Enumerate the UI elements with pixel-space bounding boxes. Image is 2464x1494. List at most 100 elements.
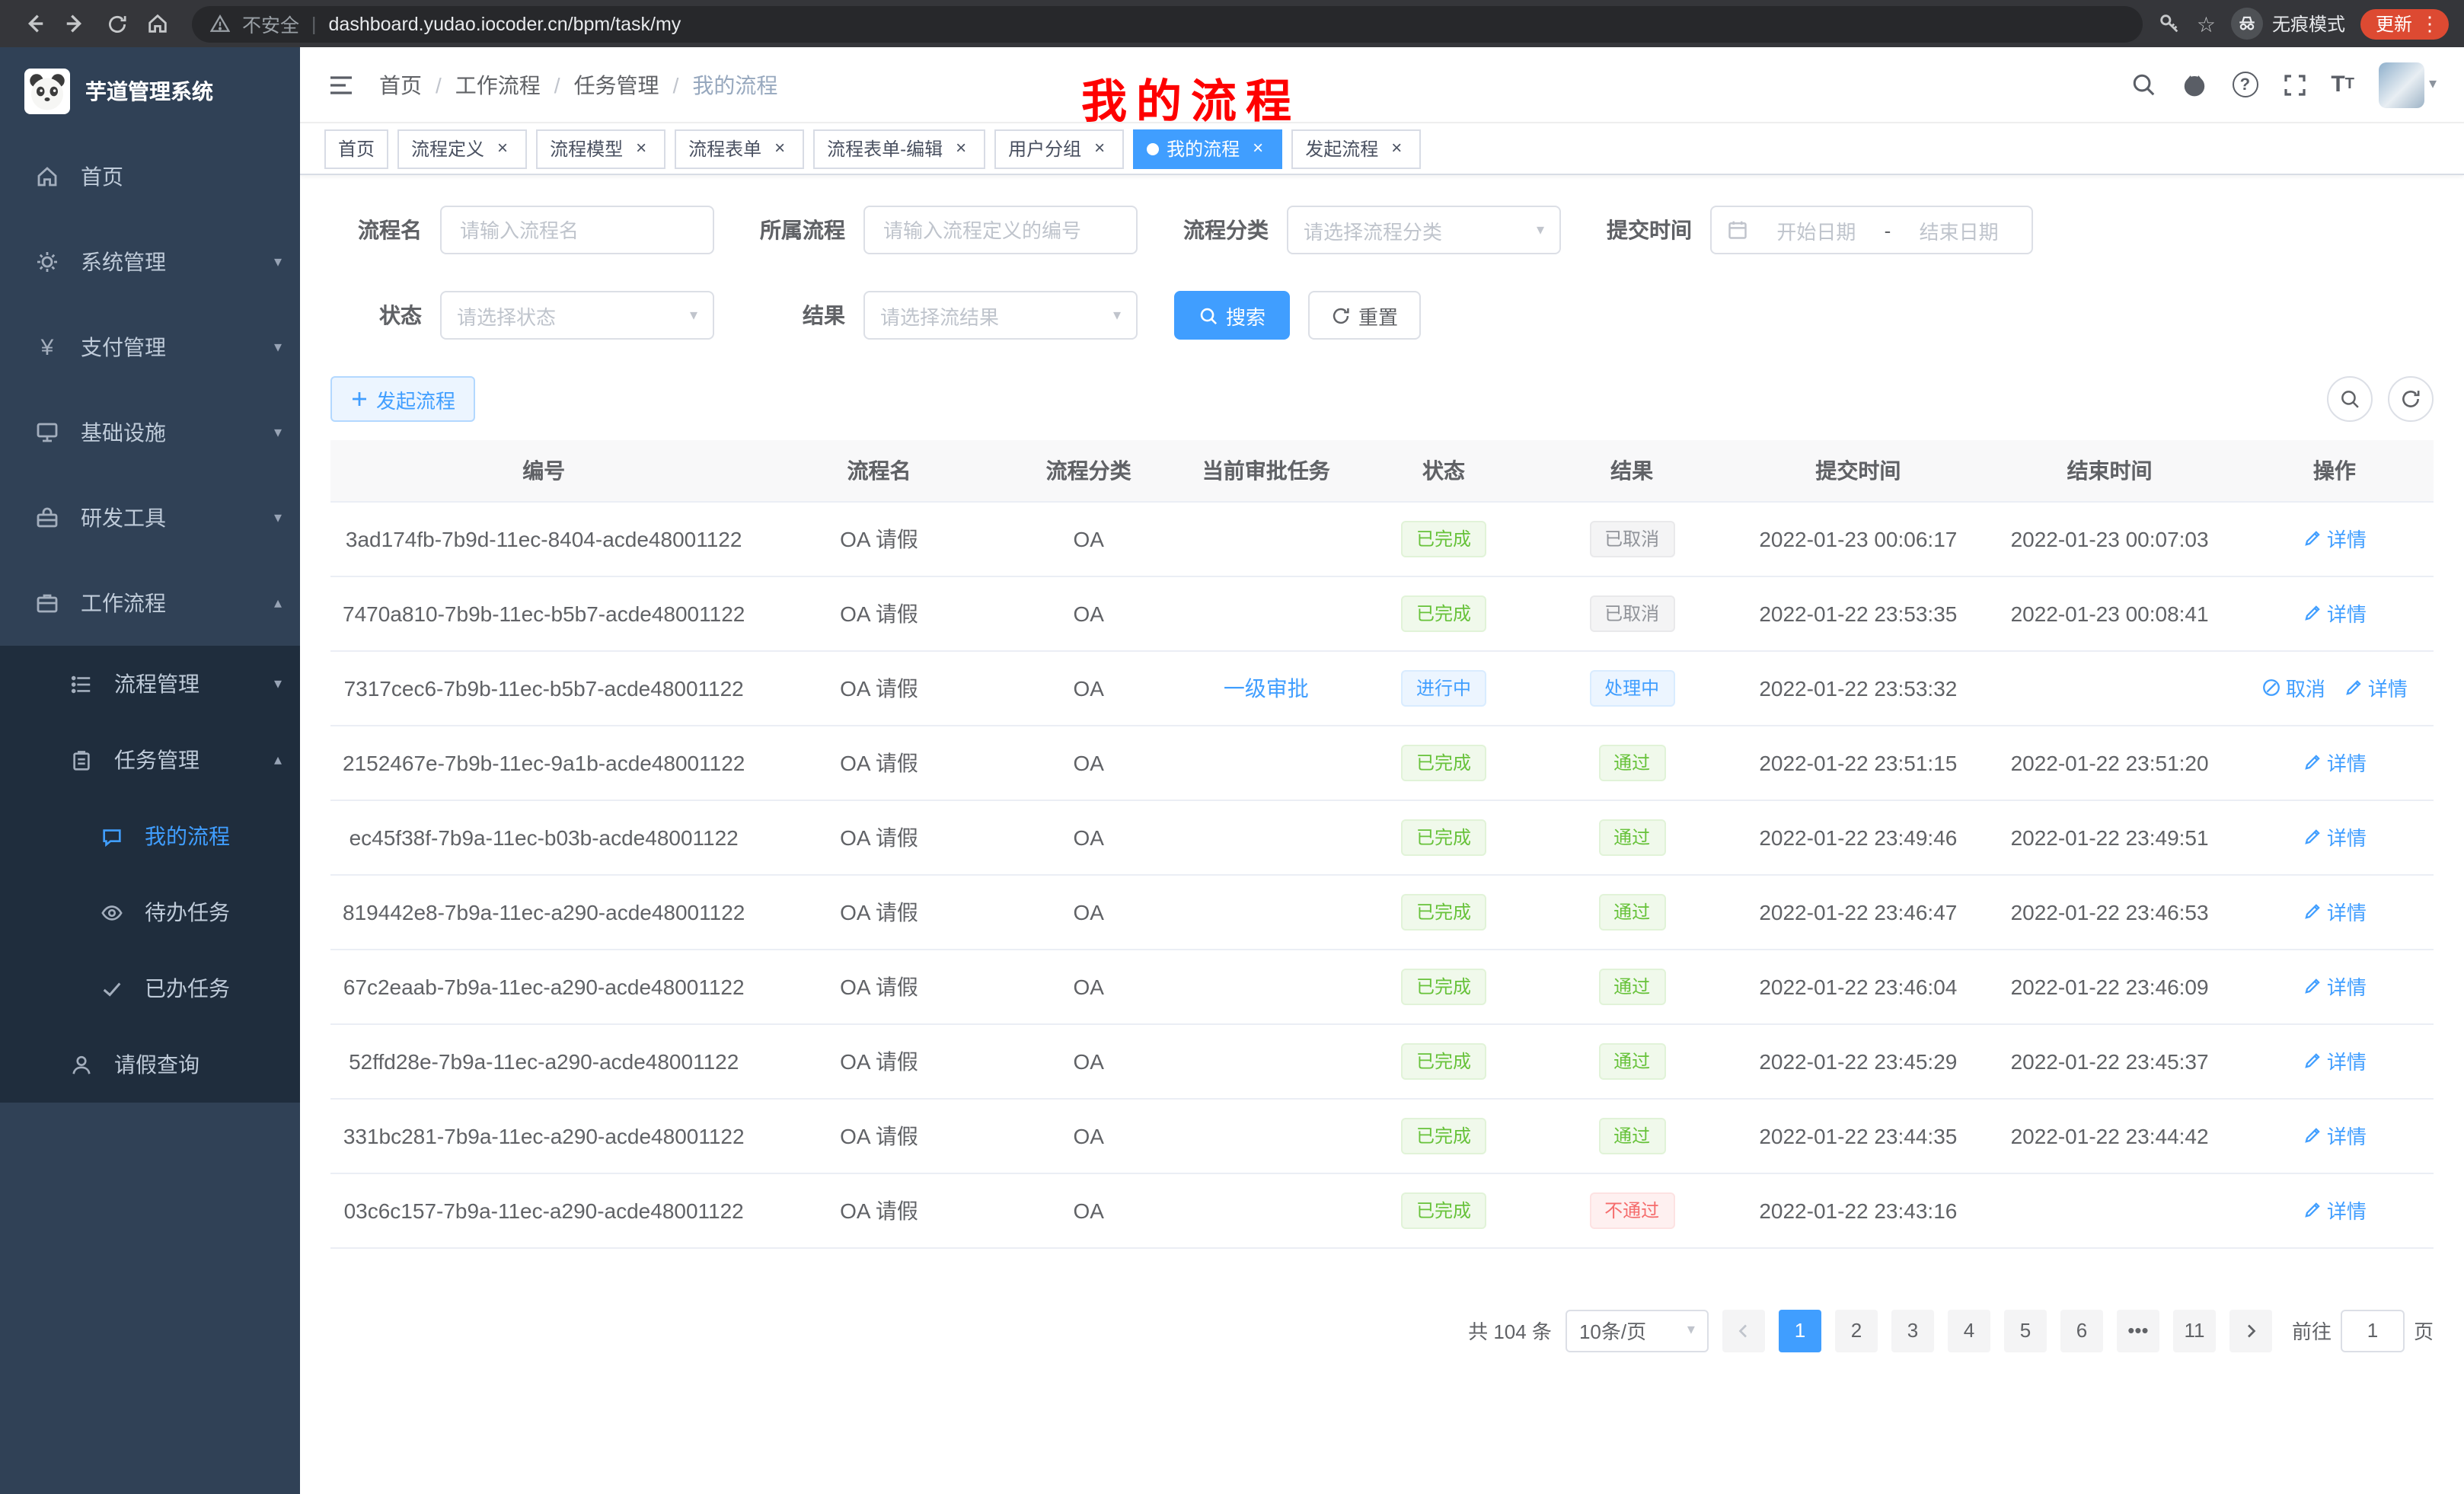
app-logo[interactable]: 芋道管理系统 bbox=[0, 47, 300, 134]
fullscreen-icon[interactable] bbox=[2282, 72, 2306, 97]
tab-item[interactable]: 流程定义× bbox=[397, 129, 527, 168]
forward-icon[interactable] bbox=[56, 5, 94, 43]
submit-time-range-picker[interactable]: 开始日期 - 结束日期 bbox=[1710, 206, 2033, 254]
jump-page-input[interactable] bbox=[2341, 1309, 2405, 1352]
status-tag: 进行中 bbox=[1401, 669, 1486, 706]
sidebar-item-workflow[interactable]: 工作流程 ▴ bbox=[0, 560, 300, 646]
tab-close-icon[interactable]: × bbox=[1247, 138, 1269, 159]
pagination-page-button[interactable]: 5 bbox=[2004, 1309, 2047, 1352]
tab-close-icon[interactable]: × bbox=[492, 138, 513, 159]
reload-icon[interactable] bbox=[97, 5, 136, 43]
tab-close-icon[interactable]: × bbox=[630, 138, 652, 159]
status-select[interactable]: 请选择状态 ▾ bbox=[440, 291, 714, 340]
tab-label: 流程模型 bbox=[550, 136, 623, 161]
detail-link[interactable]: 详情 bbox=[2303, 972, 2367, 1001]
detail-link[interactable]: 详情 bbox=[2303, 748, 2367, 777]
browser-menu-icon[interactable]: ⋮ bbox=[2420, 11, 2440, 36]
key-icon[interactable] bbox=[2159, 12, 2182, 35]
detail-link[interactable]: 详情 bbox=[2303, 1046, 2367, 1075]
pagination-page-button[interactable]: 4 bbox=[1948, 1309, 1990, 1352]
detail-link[interactable]: 详情 bbox=[2303, 524, 2367, 553]
tab-close-icon[interactable]: × bbox=[1386, 138, 1407, 159]
toggle-search-button[interactable] bbox=[2327, 376, 2373, 422]
tab-item[interactable]: 流程表单-编辑× bbox=[813, 129, 985, 168]
pagination-prev-button[interactable] bbox=[1722, 1309, 1765, 1352]
breadcrumb-home[interactable]: 首页 bbox=[379, 69, 422, 100]
process-name-input[interactable] bbox=[457, 217, 697, 243]
tab-item[interactable]: 首页 bbox=[324, 129, 388, 168]
table-row: 3ad174fb-7b9d-11ec-8404-acde48001122OA 请… bbox=[330, 501, 2434, 576]
pagination-page-button[interactable]: 11 bbox=[2173, 1309, 2216, 1352]
chat-bubble-icon bbox=[97, 822, 125, 850]
sidebar-item-done-tasks[interactable]: 已办任务 bbox=[0, 950, 300, 1026]
clipboard-icon bbox=[67, 746, 94, 774]
pagination-next-button[interactable] bbox=[2229, 1309, 2272, 1352]
pagination-more-button[interactable]: ••• bbox=[2117, 1309, 2159, 1352]
pagination-page-button[interactable]: 3 bbox=[1891, 1309, 1934, 1352]
detail-link[interactable]: 详情 bbox=[2303, 1121, 2367, 1150]
start-process-button[interactable]: 发起流程 bbox=[330, 376, 475, 422]
sidebar-item-todo-tasks[interactable]: 待办任务 bbox=[0, 874, 300, 950]
cell-process-name: OA 请假 bbox=[757, 1173, 1001, 1247]
breadcrumb-workflow[interactable]: 工作流程 bbox=[455, 69, 541, 100]
sidebar-item-leave-query[interactable]: 请假查询 bbox=[0, 1026, 300, 1103]
update-button[interactable]: 更新 ⋮ bbox=[2360, 8, 2449, 39]
pagination-page-button[interactable]: 1 bbox=[1779, 1309, 1821, 1352]
cancel-link[interactable]: 取消 bbox=[2261, 673, 2325, 702]
font-size-icon[interactable]: TT bbox=[2331, 72, 2354, 97]
search-icon[interactable] bbox=[2130, 72, 2156, 97]
back-icon[interactable] bbox=[15, 5, 53, 43]
help-icon[interactable]: ? bbox=[2232, 72, 2258, 97]
sidebar-item-infrastructure[interactable]: 基础设施 ▾ bbox=[0, 390, 300, 475]
breadcrumb-task-management[interactable]: 任务管理 bbox=[574, 69, 659, 100]
edit-icon bbox=[2303, 976, 2322, 996]
tab-close-icon[interactable]: × bbox=[769, 138, 790, 159]
cell-current-task: 一级审批 bbox=[1176, 650, 1356, 725]
result-select[interactable]: 请选择流结果 ▾ bbox=[863, 291, 1138, 340]
category-select[interactable]: 请选择流程分类 ▾ bbox=[1287, 206, 1561, 254]
bookmark-star-icon[interactable]: ☆ bbox=[2197, 13, 2216, 34]
pagination-page-button[interactable]: 2 bbox=[1835, 1309, 1878, 1352]
tab-close-icon[interactable]: × bbox=[950, 138, 972, 159]
home-icon[interactable] bbox=[139, 5, 177, 43]
sidebar-item-my-process[interactable]: 我的流程 bbox=[0, 798, 300, 874]
tab-item[interactable]: 用户分组× bbox=[994, 129, 1124, 168]
tab-item[interactable]: 我的流程× bbox=[1133, 129, 1282, 168]
sidebar-item-home[interactable]: 首页 bbox=[0, 134, 300, 219]
page-size-select[interactable]: 10条/页 ▾ bbox=[1566, 1309, 1709, 1352]
address-bar[interactable]: 不安全 | dashboard.yudao.iocoder.cn/bpm/tas… bbox=[192, 5, 2143, 42]
check-icon bbox=[97, 975, 125, 1002]
detail-link[interactable]: 详情 bbox=[2303, 822, 2367, 851]
cell-submit-time: 2022-01-22 23:51:15 bbox=[1732, 725, 1984, 800]
tab-close-icon[interactable]: × bbox=[1089, 138, 1110, 159]
cell-category: OA bbox=[1001, 501, 1176, 576]
result-tag: 通过 bbox=[1598, 893, 1665, 930]
tab-item[interactable]: 流程模型 × bbox=[536, 129, 665, 168]
detail-link[interactable]: 详情 bbox=[2303, 897, 2367, 926]
status-tag: 已完成 bbox=[1401, 968, 1486, 1004]
sidebar-item-process-management[interactable]: 流程管理 ▾ bbox=[0, 646, 300, 722]
detail-link[interactable]: 详情 bbox=[2303, 599, 2367, 627]
sidebar-item-task-management[interactable]: 任务管理 ▴ bbox=[0, 722, 300, 798]
avatar[interactable]: ▾ bbox=[2379, 62, 2437, 107]
column-header: 操作 bbox=[2236, 440, 2434, 501]
sidebar-item-system[interactable]: 系统管理 ▾ bbox=[0, 219, 300, 305]
search-button[interactable]: 搜索 bbox=[1174, 291, 1290, 340]
process-definition-input[interactable] bbox=[880, 217, 1121, 243]
tab-item[interactable]: 流程表单× bbox=[675, 129, 804, 168]
cell-current-task bbox=[1176, 949, 1356, 1023]
current-task-link[interactable]: 一级审批 bbox=[1224, 675, 1309, 700]
sidebar-item-devtools[interactable]: 研发工具 ▾ bbox=[0, 475, 300, 560]
cell-id: ec45f38f-7b9a-11ec-b03b-acde48001122 bbox=[330, 800, 757, 874]
reset-button[interactable]: 重置 bbox=[1308, 291, 1421, 340]
sidebar-toggle-icon[interactable] bbox=[327, 71, 355, 98]
sidebar-item-label: 基础设施 bbox=[81, 417, 166, 448]
github-icon[interactable] bbox=[2180, 71, 2207, 98]
refresh-table-button[interactable] bbox=[2388, 376, 2434, 422]
cell-current-task bbox=[1176, 1098, 1356, 1173]
tab-item[interactable]: 发起流程× bbox=[1291, 129, 1421, 168]
detail-link[interactable]: 详情 bbox=[2303, 1196, 2367, 1224]
pagination-page-button[interactable]: 6 bbox=[2060, 1309, 2103, 1352]
detail-link[interactable]: 详情 bbox=[2344, 673, 2408, 702]
sidebar-item-payment[interactable]: ¥ 支付管理 ▾ bbox=[0, 305, 300, 390]
